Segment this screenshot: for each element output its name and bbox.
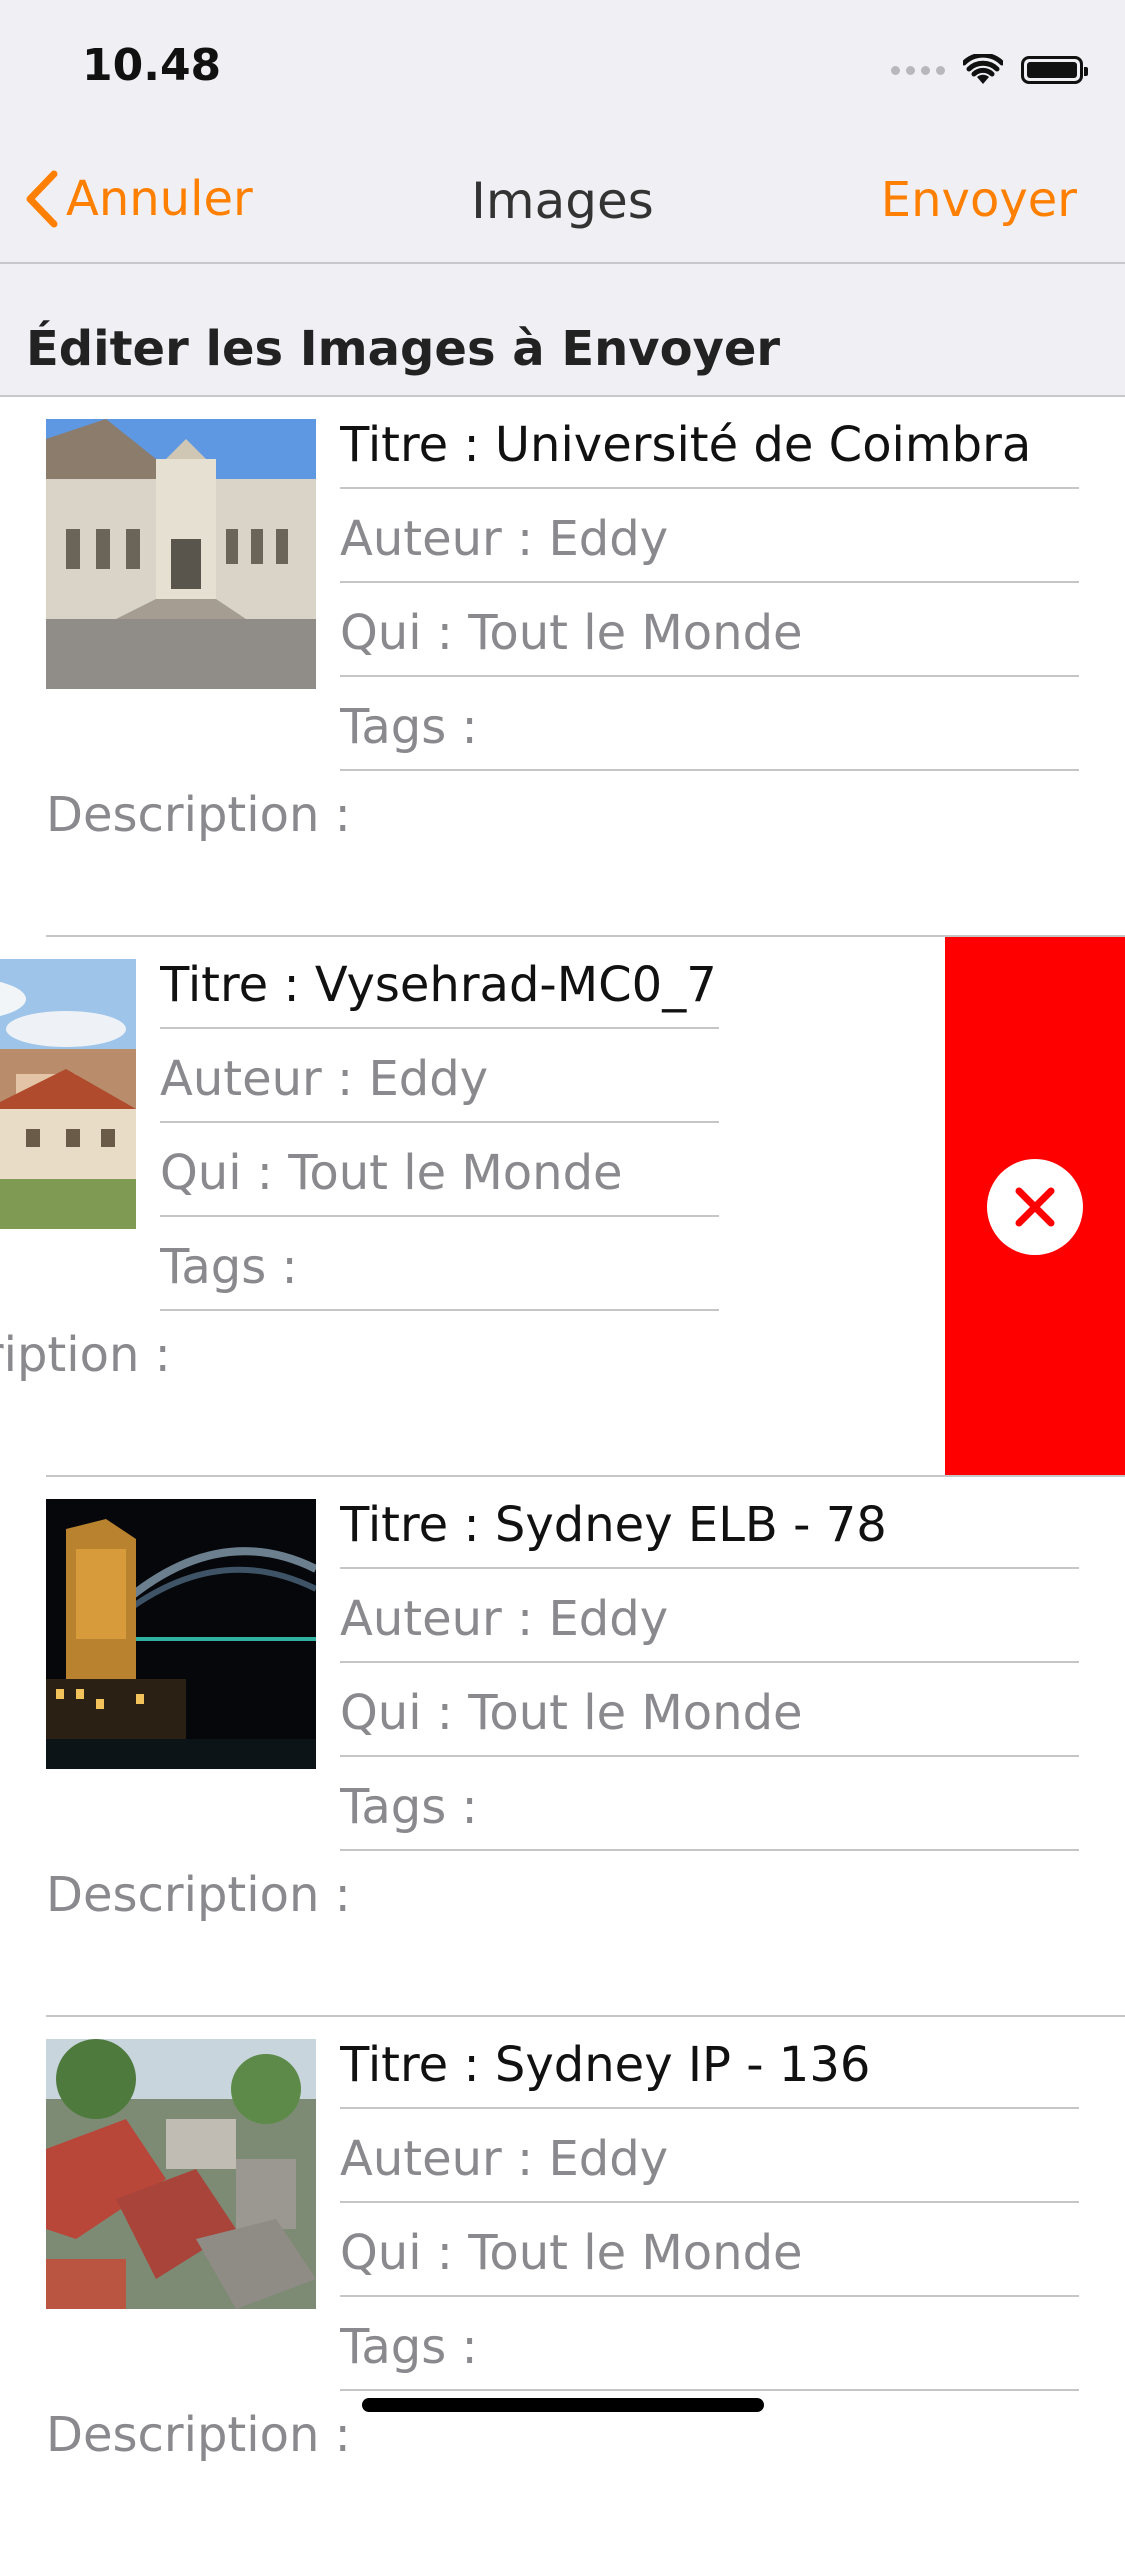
title-field[interactable]: Titre : Vysehrad-MC0_7402: [160, 937, 719, 1029]
author-field[interactable]: Auteur : Eddy: [340, 2111, 1079, 2203]
image-thumbnail: [46, 1499, 316, 1769]
image-cell[interactable]: Titre : Vysehrad-MC0_7402 Auteur : Eddy …: [0, 937, 1125, 1477]
image-thumbnail: [46, 419, 316, 689]
home-indicator[interactable]: [362, 2398, 764, 2412]
signal-icon: [891, 65, 945, 75]
wifi-icon: [963, 54, 1003, 84]
image-cell[interactable]: Titre : Université de Coimbra Auteur : E…: [0, 397, 1125, 937]
title-field[interactable]: Titre : Université de Coimbra: [340, 397, 1079, 489]
top-bar: 10.48 Annuler Images Envoyer: [0, 0, 1125, 265]
title-field[interactable]: Titre : Sydney ELB - 78: [340, 1477, 1079, 1569]
image-cell[interactable]: Titre : Sydney IP - 136 Auteur : Eddy Qu…: [0, 2017, 1125, 2557]
tags-field[interactable]: Tags :: [340, 2299, 1079, 2391]
tags-field[interactable]: Tags :: [340, 1759, 1079, 1851]
image-thumbnail: [46, 2039, 316, 2309]
close-icon: [1015, 1187, 1055, 1227]
description-field[interactable]: Description :: [0, 1327, 171, 1383]
image-cell[interactable]: Titre : Sydney ELB - 78 Auteur : Eddy Qu…: [0, 1477, 1125, 2017]
author-field[interactable]: Auteur : Eddy: [160, 1031, 719, 1123]
author-field[interactable]: Auteur : Eddy: [340, 1571, 1079, 1663]
description-field[interactable]: Description :: [46, 2407, 351, 2463]
delete-circle: [987, 1159, 1083, 1255]
privacy-field[interactable]: Qui : Tout le Monde: [340, 585, 1079, 677]
navigation-bar: Annuler Images Envoyer: [0, 130, 1125, 264]
send-button[interactable]: Envoyer: [881, 172, 1077, 228]
author-field[interactable]: Auteur : Eddy: [340, 491, 1079, 583]
delete-button[interactable]: [945, 937, 1125, 1477]
privacy-field[interactable]: Qui : Tout le Monde: [340, 1665, 1079, 1757]
status-icons: [891, 48, 1088, 92]
status-time: 10.48: [82, 40, 222, 91]
description-field[interactable]: Description :: [46, 1867, 351, 1923]
image-thumbnail: [0, 959, 136, 1229]
section-title: Éditer les Images à Envoyer: [26, 321, 781, 377]
tags-field[interactable]: Tags :: [160, 1219, 719, 1311]
privacy-field[interactable]: Qui : Tout le Monde: [160, 1125, 719, 1217]
battery-icon: [1021, 56, 1088, 84]
title-field[interactable]: Titre : Sydney IP - 136: [340, 2017, 1079, 2109]
tags-field[interactable]: Tags :: [340, 679, 1079, 771]
section-header: Éditer les Images à Envoyer: [0, 265, 1125, 397]
privacy-field[interactable]: Qui : Tout le Monde: [340, 2205, 1079, 2297]
description-field[interactable]: Description :: [46, 787, 351, 843]
